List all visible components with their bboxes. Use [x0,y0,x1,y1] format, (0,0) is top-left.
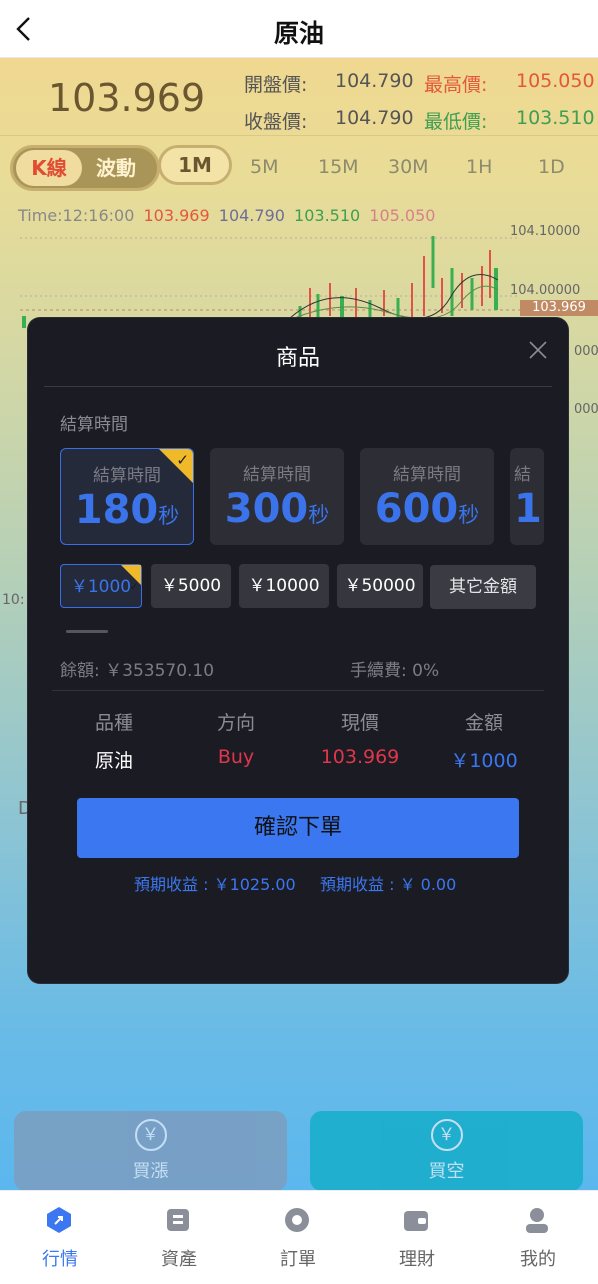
expected-profit-2: 預期收益 : ￥ 0.00 [320,875,457,894]
order-product: 原油 [94,750,133,772]
tab-finance[interactable]: 理財 [357,1191,477,1284]
close-label: 收盤價: [244,111,308,133]
high-label: 最高價: [424,74,488,96]
open-label: 開盤價: [244,74,308,96]
header-direction: 方向 [216,712,255,734]
duration-value: 600秒 [374,486,480,532]
interval-1h[interactable]: 1H [466,156,492,178]
interval-1m[interactable]: 1M [158,145,232,185]
balance-text: 餘額: ￥353570.10 [60,661,215,681]
duration-card-partial[interactable]: 結 12 [510,448,544,545]
tab-orders[interactable]: 訂單 [238,1191,358,1284]
divider [52,690,544,691]
divider [44,386,552,387]
ohlc-value-2: 104.790 [218,206,285,225]
low-value: 103.510 [516,107,595,129]
duration-value: 12 [514,486,544,532]
modal-title: 商品 [275,346,320,371]
check-icon: ✓ [129,580,139,593]
duration-label: 結算時間 [393,465,461,485]
tab-market[interactable]: 行情 [0,1191,120,1284]
tab-label: 訂單 [280,1249,316,1270]
close-value: 104.790 [335,107,414,129]
wallet-icon [404,1211,428,1231]
buy-down-button[interactable]: ￥ 買空 [310,1111,583,1191]
order-modal: 商品 結算時間 結算時間 180秒 ✓ 結算時間 300秒 結算時間 600秒 … [28,318,568,983]
header-product: 品種 [94,712,133,734]
yen-up-icon: ￥ [134,1119,167,1151]
buy-up-label: 買漲 [132,1161,169,1182]
ohlc-readout: Time:12:16:00 103.969 104.790 103.510 10… [18,206,439,225]
tab-label: 理財 [399,1249,435,1270]
fee-text: 手續費: 0% [350,661,440,681]
interval-15m[interactable]: 15M [318,156,359,178]
top-header: 原油 [0,0,598,58]
tab-label: 我的 [520,1249,556,1270]
interval-5m[interactable]: 5M [250,156,278,178]
ohlc-value-1: 103.969 [143,206,210,225]
current-price: 103.969 [48,76,206,120]
profile-icon [526,1208,548,1233]
interval-30m[interactable]: 30M [388,156,429,178]
other-amount-button[interactable]: 其它金額 [430,565,536,609]
duration-value: 300秒 [224,486,330,532]
tab-label: 行情 [42,1249,78,1270]
interval-1d[interactable]: 1D [538,156,565,178]
open-value: 104.790 [335,70,414,92]
header-price: 現價 [340,712,379,734]
amount-5000[interactable]: ￥5000 [151,564,231,608]
duration-label: 結 [514,465,531,485]
page-title: 原油 [273,19,324,48]
market-icon [47,1207,71,1233]
orders-icon [285,1208,309,1232]
header-amount: 金額 [464,712,503,734]
amount-50000[interactable]: ￥50000 [337,564,423,608]
assets-icon [167,1209,189,1231]
bottom-tab-bar: 行情 資產 訂單 理財 我的 [0,1190,598,1284]
duration-value: 180秒 [74,487,180,533]
expected-profit-1: 預期收益 : ￥1025.00 [134,875,296,894]
axis-partial-1: 000 [574,344,598,359]
low-label: 最低價: [424,111,488,133]
buy-down-label: 買空 [428,1161,465,1182]
tab-label: 資產 [161,1249,197,1270]
amount-1000[interactable]: ￥1000 ✓ [60,564,142,608]
volatility-tab[interactable]: 波動 [96,150,146,186]
order-amount: ￥1000 [450,750,518,772]
candlestick-chart [20,236,520,328]
time-axis-partial: 10: [2,592,25,608]
axis-label-top: 104.10000 [510,224,581,239]
order-direction: Buy [217,746,255,768]
amount-10000[interactable]: ￥10000 [239,564,329,608]
confirm-order-button[interactable]: 確認下單 [77,798,519,858]
tab-assets[interactable]: 資產 [119,1191,239,1284]
settle-time-heading: 結算時間 [60,415,128,435]
amount-scroll-indicator [66,630,108,633]
high-value: 105.050 [516,70,595,92]
buy-up-button[interactable]: ￥ 買漲 [14,1111,287,1191]
duration-label: 結算時間 [243,465,311,485]
ohlc-value-3: 103.510 [294,206,361,225]
order-price: 103.969 [320,746,400,768]
duration-card-600[interactable]: 結算時間 600秒 [360,448,494,545]
duration-card-300[interactable]: 結算時間 300秒 [210,448,344,545]
ohlc-time: Time:12:16:00 [18,206,135,225]
duration-card-180[interactable]: 結算時間 180秒 ✓ [60,448,194,545]
tab-profile[interactable]: 我的 [478,1191,598,1284]
yen-down-icon: ￥ [430,1119,463,1151]
ohlc-value-4: 105.050 [369,206,436,225]
check-icon: ✓ [176,451,189,469]
axis-label-mid: 104.00000 [510,283,581,298]
axis-partial-2: 000 [574,402,598,417]
close-icon[interactable] [528,340,548,360]
current-price-tag: 103.969 [520,300,598,316]
kline-tab[interactable]: K線 [16,150,82,186]
